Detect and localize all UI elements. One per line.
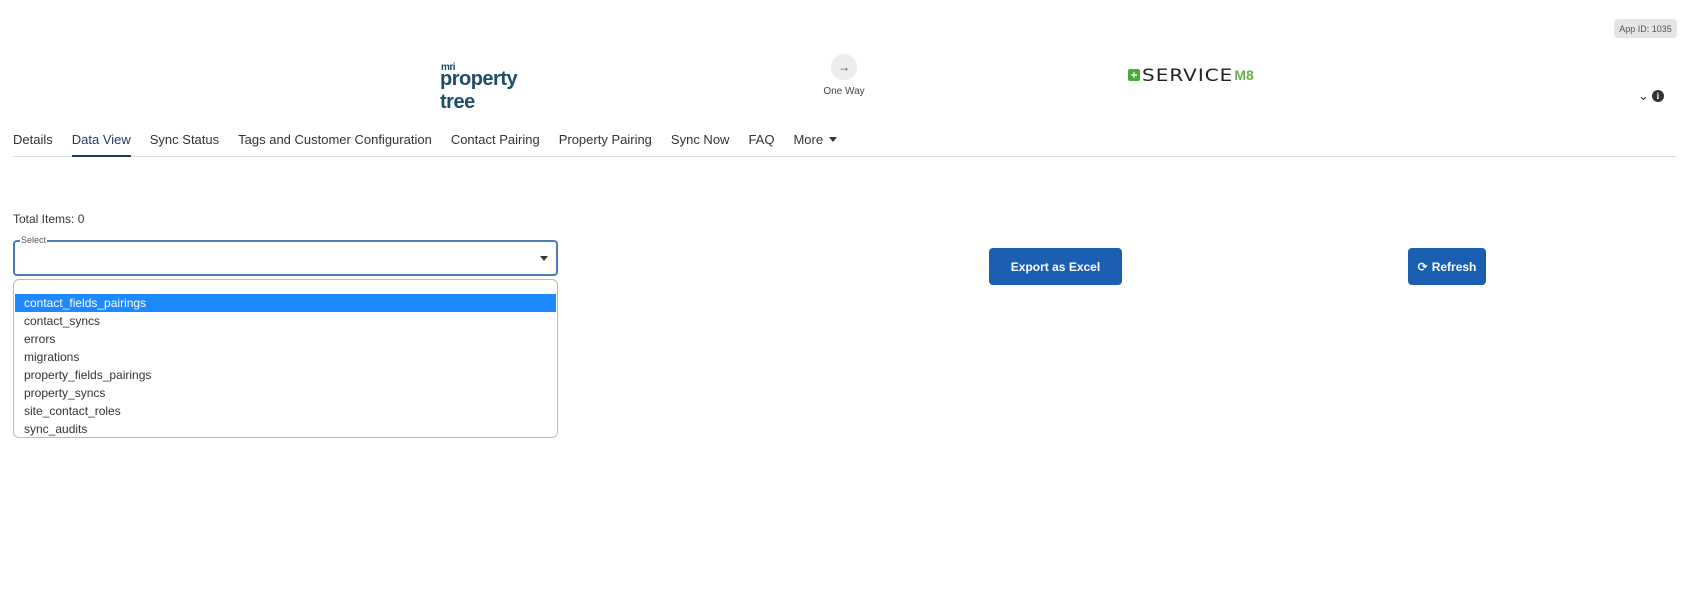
collapse-icon[interactable]: ⌄ [1638,89,1649,102]
tab-sync-now[interactable]: Sync Now [671,130,730,157]
servicem8-logo: SERVICE M8 [1128,64,1254,86]
caret-down-icon [540,256,548,261]
select-option[interactable]: site_contact_roles [15,402,556,420]
arrow-right-icon: → [831,54,857,80]
app-id-badge: App ID: 1035 [1614,19,1677,38]
servicem8-logo-suffix: M8 [1234,67,1254,83]
servicem8-logo-name: SERVICE [1142,64,1234,86]
info-icon[interactable]: i [1651,89,1664,102]
tab-more-label: More [793,132,824,147]
select-option[interactable]: sync_audits [15,420,556,437]
tab-faq[interactable]: FAQ [748,130,774,157]
tab-tags-customer-configuration[interactable]: Tags and Customer Configuration [238,130,432,157]
tab-property-pairing[interactable]: Property Pairing [559,130,652,157]
logo-name: property tree [440,68,518,113]
select-option[interactable]: property_syncs [15,384,556,402]
tab-more[interactable]: More [793,130,838,157]
servicem8-mark-icon [1128,69,1140,81]
tab-bar: Details Data View Sync Status Tags and C… [13,130,1676,157]
tab-contact-pairing[interactable]: Contact Pairing [451,130,540,157]
export-excel-button[interactable]: Export as Excel [989,248,1122,285]
select-option[interactable]: errors [15,330,556,348]
select-dropdown: contact_fields_pairings contact_syncs er… [13,279,558,438]
tab-details[interactable]: Details [13,130,53,157]
tab-sync-status[interactable]: Sync Status [150,130,219,157]
select-option[interactable]: migrations [15,348,556,366]
sync-direction: → One Way [822,54,866,97]
select-option[interactable]: contact_fields_pairings [15,294,556,312]
total-items: Total Items: 0 [13,212,85,226]
sync-direction-label: One Way [823,86,865,97]
select-option[interactable]: contact_syncs [15,312,556,330]
refresh-label: Refresh [1431,259,1477,274]
header-icons: ⌄ i [1638,89,1664,102]
select-option[interactable]: property_fields_pairings [15,366,556,384]
caret-down-icon [829,137,838,143]
property-tree-logo: mri property tree [440,62,550,113]
tab-data-view[interactable]: Data View [71,130,131,157]
refresh-button[interactable]: ⟳ Refresh [1408,248,1486,285]
select-legend: Select [20,235,48,245]
table-select[interactable]: Select [13,235,558,276]
refresh-icon: ⟳ [1417,259,1428,274]
